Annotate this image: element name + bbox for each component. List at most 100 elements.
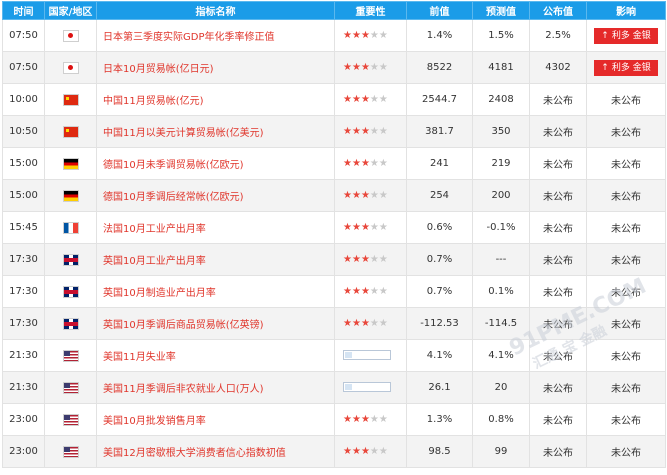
impact-badge: ↑ 利多 金银 [594,27,658,44]
indicator-name-link[interactable]: 美国10月批发销售月率 [96,403,335,436]
flag-fr-icon [62,221,79,234]
header-importance: 重要性 [334,1,407,20]
star-icon: ★ [343,446,352,457]
star-icon: ★ [360,190,370,201]
indicator-name-link[interactable]: 美国12月密歇根大学消费者信心指数初值 [96,435,335,468]
forecast-cell: -0.1% [472,211,530,244]
forecast-cell: 0.8% [472,403,530,436]
flag-us-icon [62,381,79,394]
table-row[interactable]: 23:00 美国10月批发销售月率 ★★★★★ 1.3% 0.8% 未公布 未公… [2,403,666,436]
importance-cell: ★★★★★ [334,115,407,148]
indicator-name-link[interactable]: 中国11月以美元计算贸易帐(亿美元) [96,115,335,148]
actual-cell: 未公布 [529,339,587,372]
flag-us-icon [62,445,79,458]
actual-cell: 未公布 [529,147,587,180]
table-row[interactable]: 07:50 日本第三季度实际GDP年化季率修正值 ★★★★★ 1.4% 1.5%… [2,19,666,52]
previous-cell: 1.4% [406,19,473,52]
flag-us-icon [62,413,79,426]
country-cell [44,371,97,404]
indicator-name-link[interactable]: 美国11月失业率 [96,339,335,372]
star-icon: ★ [378,414,388,425]
table-row[interactable]: 15:00 德国10月未季调贸易帐(亿欧元) ★★★★★ 241 219 未公布… [2,147,666,180]
actual-cell: 未公布 [529,371,587,404]
table-row[interactable]: 17:30 英国10月制造业产出月率 ★★★★★ 0.7% 0.1% 未公布 未… [2,275,666,308]
table-row[interactable]: 21:30 美国11月季调后非农就业人口(万人) 26.1 20 未公布 未公布 [2,371,666,404]
actual-cell: 未公布 [529,83,587,116]
indicator-name-link[interactable]: 日本第三季度实际GDP年化季率修正值 [96,19,335,52]
previous-cell: 381.7 [406,115,473,148]
star-icon: ★ [343,126,352,137]
table-row[interactable]: 10:50 中国11月以美元计算贸易帐(亿美元) ★★★★★ 381.7 350… [2,115,666,148]
country-cell [44,179,97,212]
impact-badge: ↑ 利多 金银 [594,59,658,76]
forecast-cell: 4.1% [472,339,530,372]
star-icon: ★ [378,158,388,169]
flag-jp-icon [62,29,79,42]
actual-cell: 未公布 [529,211,587,244]
importance-pending-icon [343,350,391,360]
star-icon: ★ [360,254,370,265]
star-icon: ★ [369,446,379,457]
table-row[interactable]: 15:00 德国10月季调后经常帐(亿欧元) ★★★★★ 254 200 未公布… [2,179,666,212]
indicator-name-link[interactable]: 英国10月制造业产出月率 [96,275,335,308]
economic-calendar: 时间 国家/地区 指标名称 重要性 前值 预测值 公布值 影响 07:50 日本… [0,1,667,475]
star-icon: ★ [360,30,370,41]
actual-cell: 未公布 [529,435,587,468]
country-cell [44,307,97,340]
star-icon: ★ [378,62,388,73]
star-icon: ★ [343,94,352,105]
country-cell [44,211,97,244]
time-cell: 21:30 [2,371,45,404]
star-icon: ★ [369,190,379,201]
importance-cell: ★★★★★ [334,275,407,308]
impact-cell: 未公布 [586,371,666,404]
table-row[interactable]: 17:30 英国10月季调后商品贸易帐(亿英镑) ★★★★★ -112.53 -… [2,307,666,340]
impact-cell: 未公布 [586,83,666,116]
indicator-name-link[interactable]: 德国10月季调后经常帐(亿欧元) [96,179,335,212]
importance-cell: ★★★★★ [334,307,407,340]
table-row[interactable]: 07:50 日本10月贸易帐(亿日元) ★★★★★ 8522 4181 4302… [2,51,666,84]
indicator-name-link[interactable]: 法国10月工业产出月率 [96,211,335,244]
star-icon: ★ [378,254,388,265]
importance-cell [334,339,407,372]
impact-cell: 未公布 [586,115,666,148]
indicator-name-link[interactable]: 日本10月贸易帐(亿日元) [96,51,335,84]
previous-cell: 4.1% [406,339,473,372]
star-icon: ★ [369,94,379,105]
star-icon: ★ [351,254,361,265]
importance-cell: ★★★★★ [334,403,407,436]
forecast-cell: 99 [472,435,530,468]
indicator-name-link[interactable]: 德国10月未季调贸易帐(亿欧元) [96,147,335,180]
importance-cell: ★★★★★ [334,19,407,52]
table-row[interactable]: 23:00 美国12月密歇根大学消费者信心指数初值 ★★★★★ 98.5 99 … [2,435,666,468]
country-cell [44,147,97,180]
time-cell: 07:50 [2,51,45,84]
importance-cell: ★★★★★ [334,243,407,276]
indicator-name-link[interactable]: 美国11月季调后非农就业人口(万人) [96,371,335,404]
impact-cell: 未公布 [586,147,666,180]
star-icon: ★ [360,158,370,169]
previous-cell: 0.6% [406,211,473,244]
time-cell: 17:30 [2,275,45,308]
header-indicator: 指标名称 [96,1,335,20]
indicator-name-link[interactable]: 中国11月贸易帐(亿元) [96,83,335,116]
star-icon: ★ [343,190,352,201]
table-row[interactable]: 17:30 英国10月工业产出月率 ★★★★★ 0.7% --- 未公布 未公布 [2,243,666,276]
country-cell [44,243,97,276]
country-cell [44,51,97,84]
forecast-cell: 219 [472,147,530,180]
table-row[interactable]: 15:45 法国10月工业产出月率 ★★★★★ 0.6% -0.1% 未公布 未… [2,211,666,244]
indicator-name-link[interactable]: 英国10月工业产出月率 [96,243,335,276]
star-icon: ★ [360,318,370,329]
header-impact: 影响 [586,1,666,20]
indicator-name-link[interactable]: 英国10月季调后商品贸易帐(亿英镑) [96,307,335,340]
actual-cell: 4302 [529,51,587,84]
previous-cell: 98.5 [406,435,473,468]
star-icon: ★ [369,126,379,137]
star-icon: ★ [369,222,379,233]
star-icon: ★ [343,254,352,265]
table-row[interactable]: 21:30 美国11月失业率 4.1% 4.1% 未公布 未公布 [2,339,666,372]
table-row[interactable]: 10:00 中国11月贸易帐(亿元) ★★★★★ 2544.7 2408 未公布… [2,83,666,116]
star-icon: ★ [343,30,352,41]
star-icon: ★ [343,414,352,425]
